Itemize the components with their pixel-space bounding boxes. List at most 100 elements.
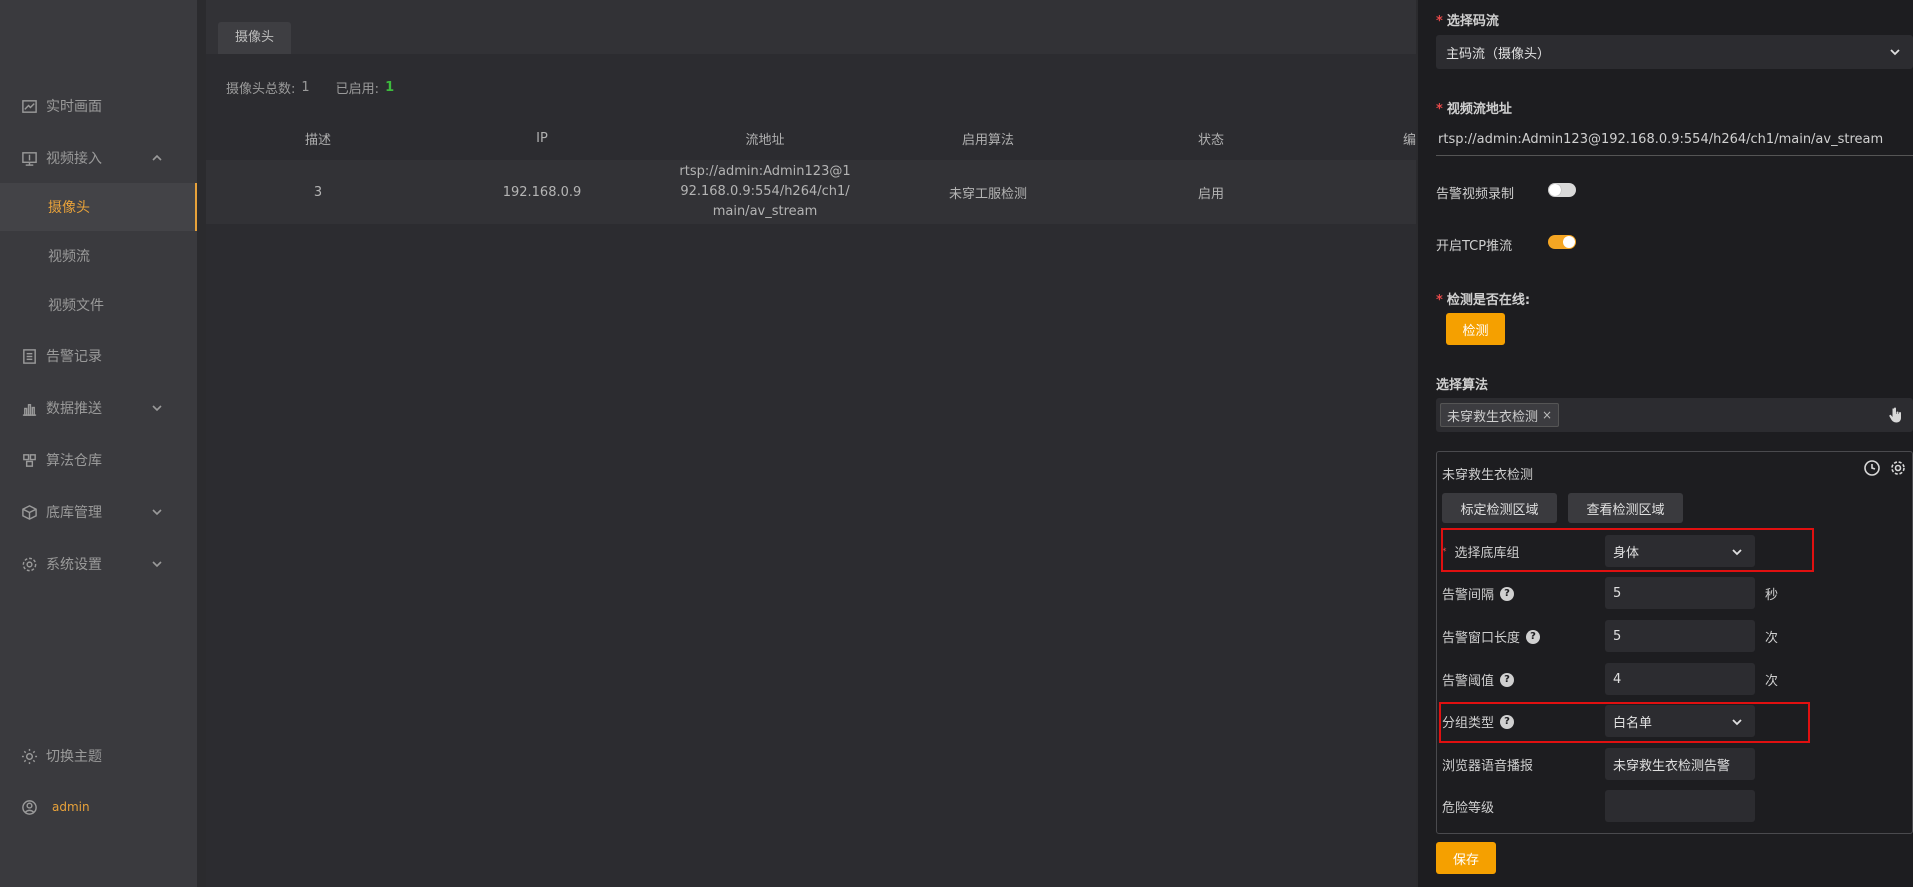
stream-url-value: rtsp://admin:Admin123@192.168.0.9:554/h2… <box>1438 132 1884 147</box>
cell-desc: 3 <box>313 184 323 200</box>
chevron-down-icon <box>1889 46 1901 58</box>
nav-label: 底库管理 <box>46 505 102 521</box>
record-toggle[interactable] <box>1548 183 1576 197</box>
threshold-label: 告警阈值? <box>1442 670 1515 689</box>
tab-camera[interactable]: 摄像头 <box>218 22 292 54</box>
nav-library-management[interactable]: 底库管理 <box>0 488 197 536</box>
main-content: 摄像头 摄像头总数: 1 已启用: 1 描述 IP 流地址 启用算法 状态 编 … <box>206 0 1416 887</box>
algo-tag: 未穿救生衣检测 × <box>1440 403 1560 427</box>
window-input[interactable]: 5 <box>1605 620 1755 652</box>
chart-line-icon <box>20 97 38 115</box>
avatar-icon <box>20 798 38 816</box>
cell-ip: 192.168.0.9 <box>502 184 582 200</box>
stream-label: * 选择码流 <box>1436 14 1499 29</box>
algo-label: 选择算法 <box>1436 378 1489 393</box>
nav-label: 系统设置 <box>46 557 102 573</box>
bar-chart-icon <box>20 399 38 417</box>
panel-header-icons <box>1863 459 1907 481</box>
hand-pointer-icon[interactable] <box>1887 406 1905 424</box>
nav-label: 视频接入 <box>46 151 102 167</box>
nav-label: 算法仓库 <box>46 453 102 469</box>
sidebar-item-video-file[interactable]: 视频文件 <box>0 281 197 329</box>
chevron-up-icon <box>151 152 163 164</box>
chevron-down-icon <box>151 402 163 414</box>
enabled-label: 已启用: <box>335 82 380 97</box>
nav-system-settings[interactable]: 系统设置 <box>0 540 197 588</box>
help-icon[interactable]: ? <box>1500 672 1515 687</box>
camera-table: 描述 IP 流地址 启用算法 状态 编 3 192.168.0.9 rtsp:/… <box>206 116 1416 224</box>
cell-stream-url: rtsp://admin:Admin123@192.168.0.9:554/h2… <box>679 164 851 219</box>
danger-label: 危险等级 <box>1442 801 1495 816</box>
online-label: * 检测是否在线: <box>1436 293 1531 308</box>
threshold-input[interactable]: 4 <box>1605 663 1755 695</box>
nav-algorithm-store[interactable]: 算法仓库 <box>0 436 197 484</box>
chevron-down-icon <box>151 506 163 518</box>
voice-input[interactable]: 未穿救生衣检测告警 <box>1605 748 1755 780</box>
highlight-frame <box>1439 702 1810 743</box>
monitor-icon <box>20 149 38 167</box>
help-icon[interactable]: ? <box>1526 629 1541 644</box>
cell-status: 启用 <box>1197 186 1224 202</box>
sun-icon <box>20 747 38 765</box>
nav-label: 告警记录 <box>46 349 102 365</box>
record-label: 告警视频录制 <box>1436 187 1515 202</box>
interval-input[interactable]: 5 <box>1605 577 1755 609</box>
help-icon[interactable]: ? <box>1500 586 1515 601</box>
tcp-label: 开启TCP推流 <box>1436 239 1513 254</box>
camera-stats: 摄像头总数: 1 已启用: 1 <box>226 78 394 97</box>
user-menu[interactable]: admin <box>0 783 197 831</box>
stream-select[interactable]: 主码流（摄像头） <box>1436 35 1913 69</box>
username: admin <box>52 800 90 814</box>
column-header: 描述 <box>304 132 331 148</box>
sidebar: 实时画面 视频接入 摄像头 视频流 视频文件 告警记录 数据推送 算法仓库 底库… <box>0 0 197 887</box>
table-row[interactable]: 3 192.168.0.9 rtsp://admin:Admin123@192.… <box>206 160 1416 224</box>
window-label: 告警窗口长度? <box>1442 627 1541 646</box>
nav-alarm-records[interactable]: 告警记录 <box>0 332 197 380</box>
nav-label: 实时画面 <box>46 99 102 115</box>
url-label: * 视频流地址 <box>1436 102 1512 117</box>
column-header: IP <box>536 130 548 146</box>
algorithm-select[interactable]: 未穿救生衣检测 × <box>1436 398 1913 432</box>
theme-label: 切换主题 <box>46 749 102 765</box>
voice-label: 浏览器语音播报 <box>1442 759 1534 774</box>
column-header: 流地址 <box>745 132 785 148</box>
interval-unit: 秒 <box>1765 588 1779 603</box>
view-area-button[interactable]: 查看检测区域 <box>1568 493 1683 523</box>
algo-config-title: 未穿救生衣检测 <box>1442 468 1534 483</box>
stream-url-input[interactable]: rtsp://admin:Admin123@192.168.0.9:554/h2… <box>1436 124 1913 156</box>
total-label: 摄像头总数: <box>226 82 296 97</box>
tab-bar: 摄像头 <box>206 0 1416 54</box>
box-icon <box>20 503 38 521</box>
nav-video-access[interactable]: 视频接入 <box>0 134 197 182</box>
clock-icon[interactable] <box>1863 459 1881 481</box>
gear-icon <box>20 555 38 573</box>
threshold-unit: 次 <box>1765 674 1779 689</box>
sidebar-item-video-stream[interactable]: 视频流 <box>0 232 197 280</box>
nav-label: 数据推送 <box>46 401 102 417</box>
gear-icon[interactable] <box>1889 459 1907 481</box>
nav-live-view[interactable]: 实时画面 <box>0 82 197 130</box>
danger-input[interactable] <box>1605 790 1755 822</box>
tag-close-icon[interactable]: × <box>1542 408 1552 422</box>
highlight-frame <box>1441 528 1814 572</box>
total-count: 1 <box>301 80 310 95</box>
cell-algorithm: 未穿工服检测 <box>948 186 1027 202</box>
document-icon <box>20 347 38 365</box>
detect-button[interactable]: 检测 <box>1446 313 1505 345</box>
sidebar-item-camera[interactable]: 摄像头 <box>0 183 197 231</box>
enabled-count: 1 <box>385 80 395 95</box>
mark-area-button[interactable]: 标定检测区域 <box>1442 493 1557 523</box>
chevron-down-icon <box>151 558 163 570</box>
column-header: 状态 <box>1197 132 1224 148</box>
algorithm-config-panel: 未穿救生衣检测 标定检测区域 查看检测区域 * 选择底库组 身体 告警间隔? 5 … <box>1436 451 1913 834</box>
interval-label: 告警间隔? <box>1442 584 1515 603</box>
edit-drawer: * 选择码流 主码流（摄像头） * 视频流地址 rtsp://admin:Admin… <box>1418 0 1913 887</box>
table-header: 描述 IP 流地址 启用算法 状态 编 <box>206 116 1416 160</box>
save-button[interactable]: 保存 <box>1436 842 1496 874</box>
stream-select-value: 主码流（摄像头） <box>1446 46 1551 62</box>
nav-data-push[interactable]: 数据推送 <box>0 384 197 432</box>
cubes-icon <box>20 451 38 469</box>
tcp-toggle[interactable] <box>1548 235 1576 249</box>
window-unit: 次 <box>1765 631 1779 646</box>
theme-switch[interactable]: 切换主题 <box>0 732 197 780</box>
